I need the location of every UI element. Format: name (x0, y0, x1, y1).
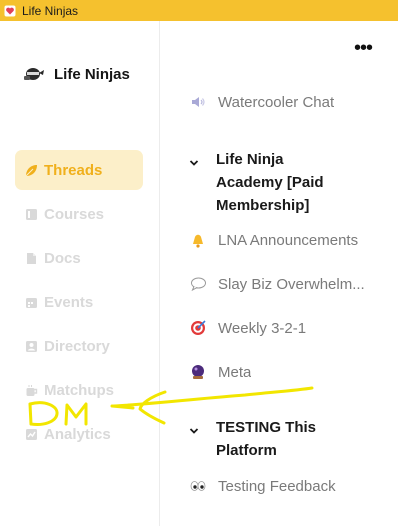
group-title: TESTING This Platform (216, 419, 317, 459)
sidebar-item-directory[interactable]: Directory (15, 326, 143, 366)
channel-slay-biz-overwhelm[interactable]: Slay Biz Overwhelm... (189, 275, 365, 293)
doc-icon (25, 252, 38, 265)
sidebar-item-label: Analytics (44, 425, 111, 443)
group-life-ninja-academy[interactable]: Life Ninja Academy [Paid Membership] (189, 148, 336, 217)
channel-weekly-3-2-1[interactable]: Weekly 3-2-1 (189, 319, 306, 337)
channel-label: Slay Biz Overwhelm... (218, 275, 365, 293)
channel-label: Watercooler Chat (218, 93, 335, 111)
sidebar-item-events[interactable]: Events (15, 282, 143, 322)
brand-name: Life Ninjas (54, 65, 130, 83)
sidebar: Life Ninjas Threads Courses Docs Events (0, 21, 160, 526)
group-title: Life Ninja Academy [Paid Membership] (216, 151, 324, 214)
eyes-icon (189, 477, 207, 495)
ninja-logo-icon (22, 65, 44, 83)
sidebar-item-label: Docs (44, 249, 81, 267)
sidebar-item-matchups[interactable]: Matchups (15, 370, 143, 410)
target-icon (189, 319, 207, 337)
chart-icon (25, 428, 38, 441)
courses-icon (25, 208, 38, 221)
chevron-down-icon[interactable] (189, 151, 201, 171)
sidebar-item-label: Directory (44, 337, 110, 355)
bell-icon (189, 231, 207, 249)
sidebar-nav: Threads Courses Docs Events Directory Ma… (15, 150, 143, 458)
sidebar-item-docs[interactable]: Docs (15, 238, 143, 278)
sidebar-item-analytics[interactable]: Analytics (15, 414, 143, 454)
crystal-ball-icon (189, 363, 207, 381)
channel-label: Weekly 3-2-1 (218, 319, 307, 337)
coffee-icon (25, 384, 38, 397)
sidebar-item-threads[interactable]: Threads (15, 150, 143, 190)
speaker-icon (189, 93, 207, 111)
app-icon (4, 5, 16, 17)
window-titlebar: Life Ninjas (0, 0, 398, 21)
speech-bubble-icon (189, 275, 207, 293)
sidebar-item-label: Matchups (44, 381, 115, 399)
sidebar-item-label: Threads (44, 161, 103, 179)
sidebar-item-courses[interactable]: Courses (15, 194, 143, 234)
leaf-icon (25, 164, 38, 177)
calendar-icon (25, 296, 38, 309)
window-title: Life Ninjas (22, 3, 79, 18)
channel-label: Testing Feedback (218, 477, 336, 495)
channel-watercooler-chat[interactable]: Watercooler Chat (189, 93, 334, 111)
sidebar-item-label: Events (44, 293, 94, 311)
channel-panel: ••• Watercooler Chat Life Ninja Academy … (161, 21, 398, 526)
group-testing-platform[interactable]: TESTING This Platform (189, 416, 336, 462)
directory-icon (25, 340, 38, 353)
chevron-down-icon[interactable] (189, 419, 201, 439)
sidebar-item-label: Courses (44, 205, 105, 223)
channel-testing-feedback[interactable]: Testing Feedback (189, 477, 336, 495)
channel-lna-announcements[interactable]: LNA Announcements (189, 231, 358, 249)
channel-label: Meta (218, 363, 252, 381)
more-options-icon[interactable]: ••• (354, 38, 373, 58)
channel-label: LNA Announcements (218, 231, 359, 249)
channel-meta[interactable]: Meta (189, 363, 251, 381)
brand[interactable]: Life Ninjas (22, 65, 130, 83)
